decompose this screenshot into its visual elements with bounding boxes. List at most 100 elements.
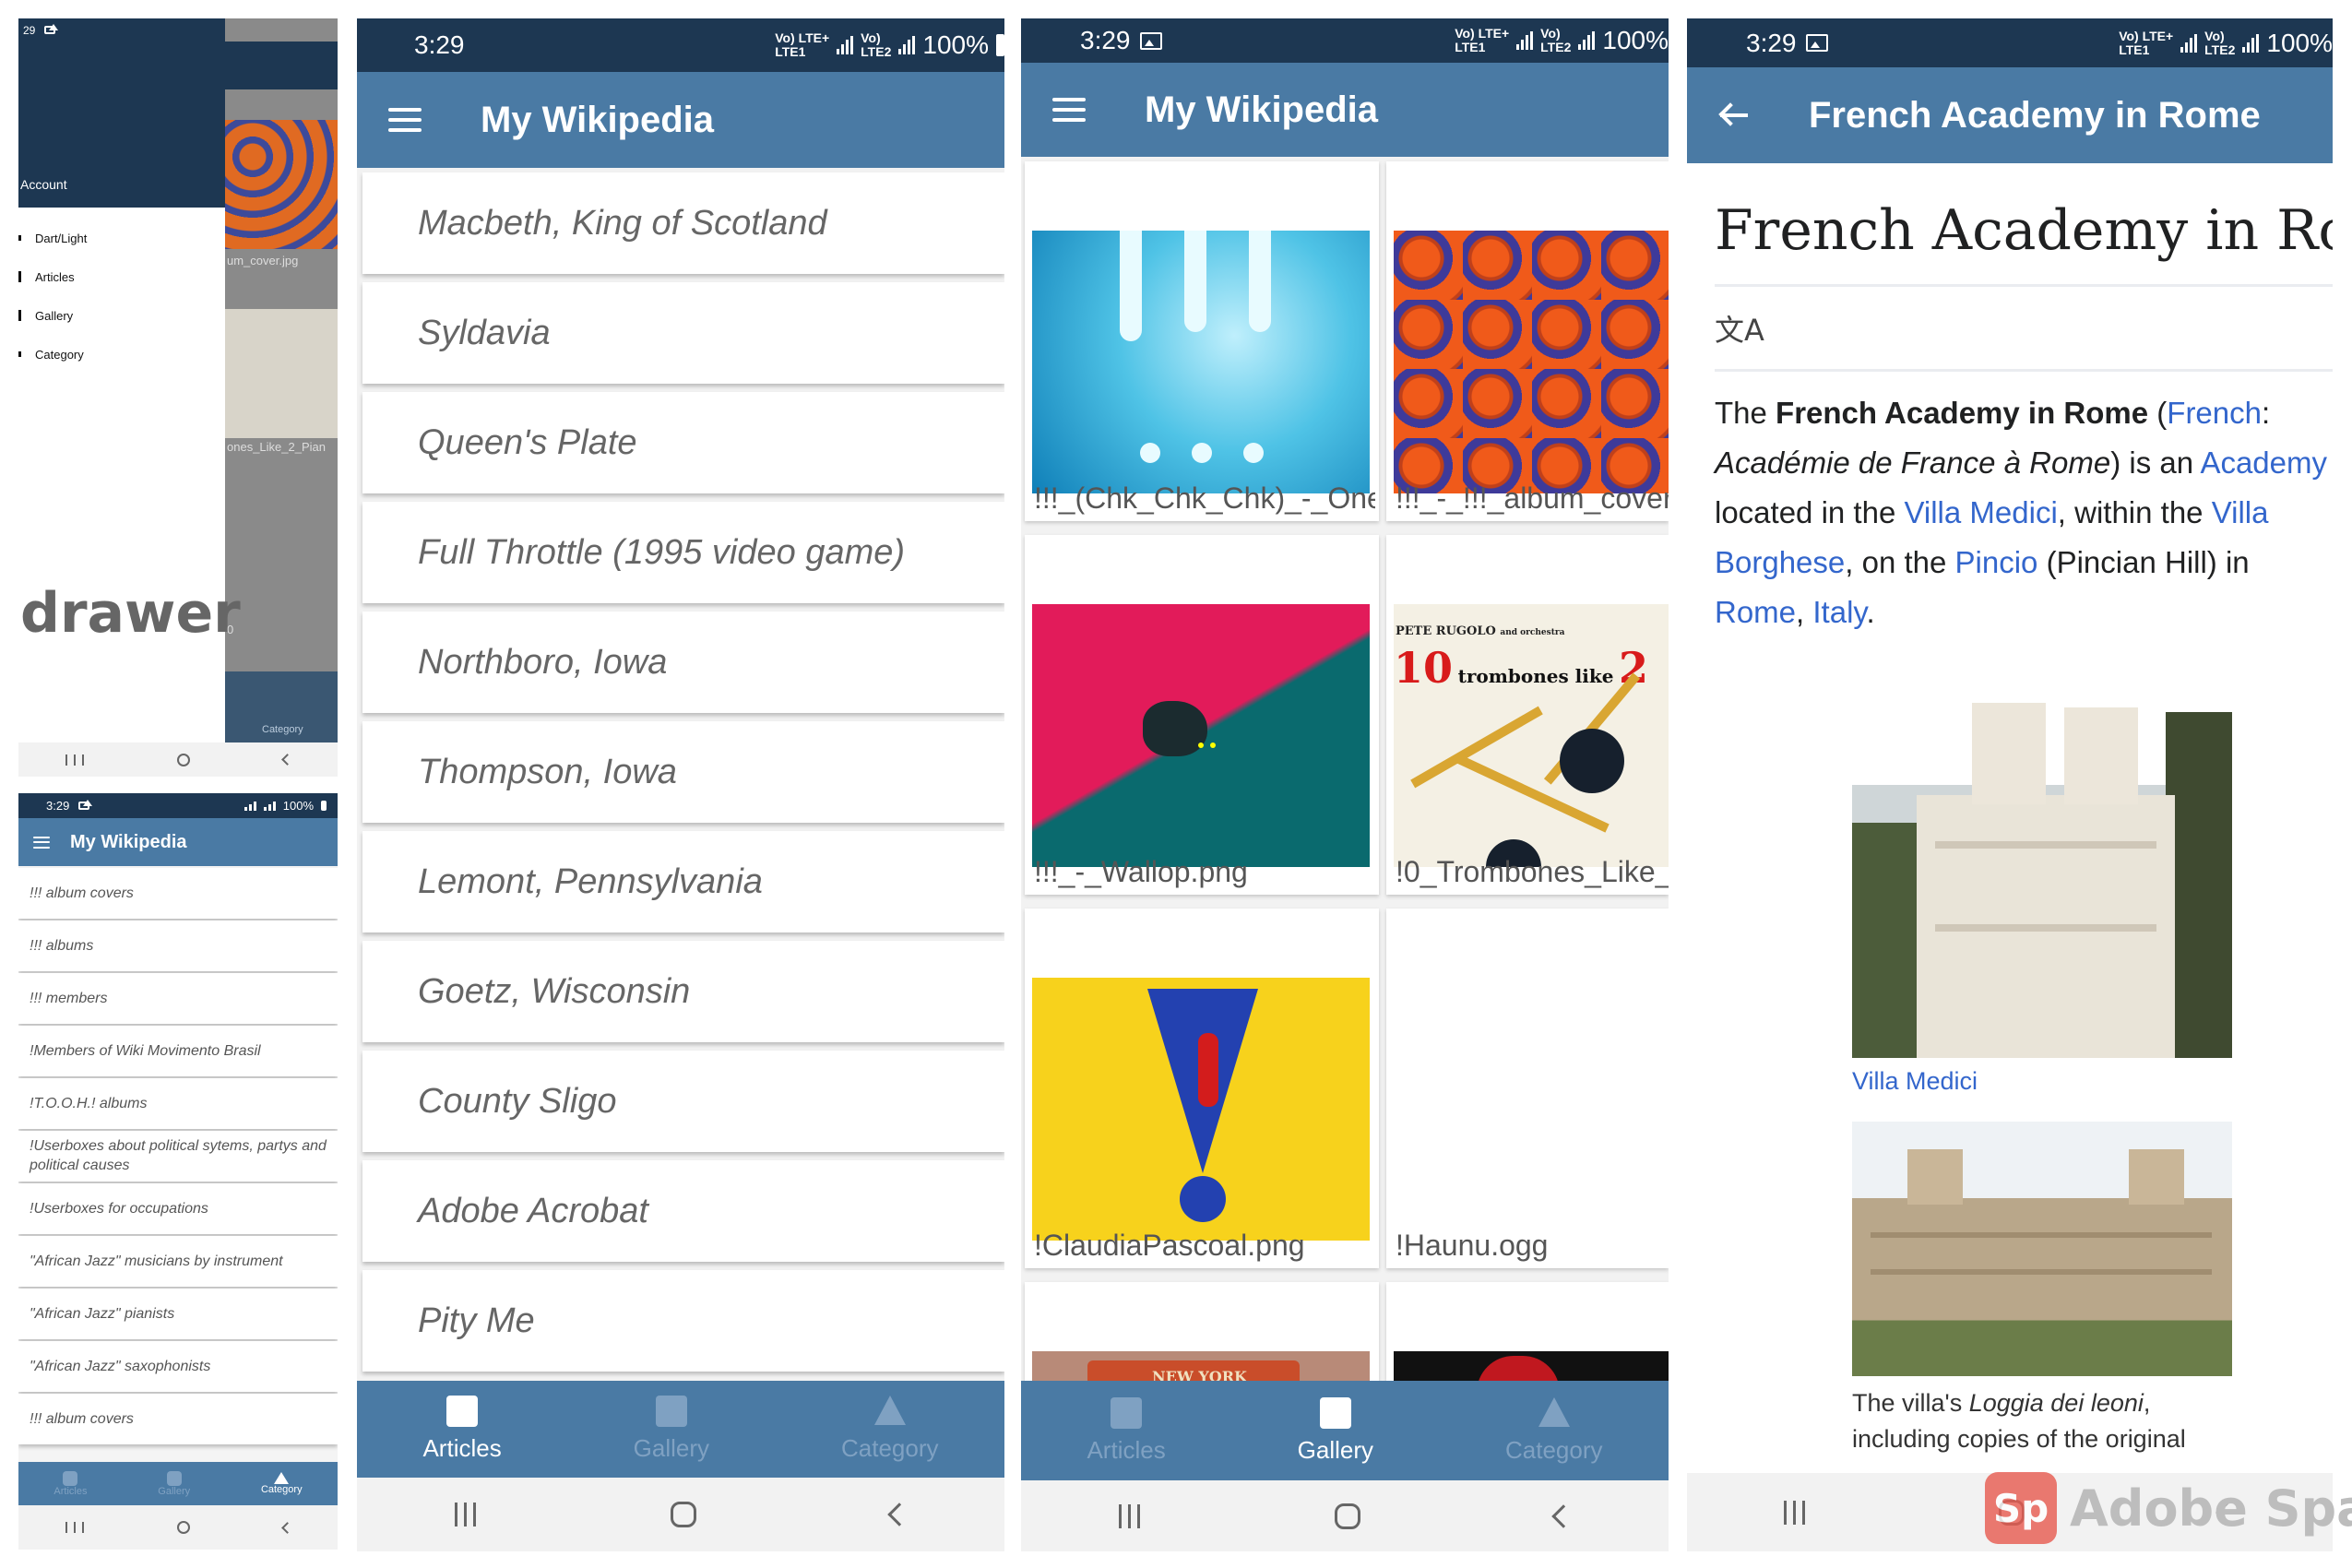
- status-bar: 3:29 Vo) LTE+ LTE1 Vo) LTE2 100%: [1021, 18, 1669, 63]
- behind-caption: um_cover.jpg: [227, 254, 299, 267]
- article-title: Queen's Plate: [418, 422, 637, 462]
- list-item[interactable]: !!! members: [18, 973, 338, 1024]
- category-label: !T.O.O.H.! albums: [30, 1095, 148, 1111]
- figure-caption[interactable]: Villa Medici: [1852, 1067, 1978, 1096]
- link-academy[interactable]: Academy: [2200, 445, 2327, 480]
- link-french[interactable]: French: [2167, 396, 2262, 430]
- text: , on the: [1845, 545, 1955, 579]
- menu-label: Articles: [35, 269, 75, 284]
- menu-item-gallery[interactable]: Gallery: [18, 296, 225, 335]
- article-title: Pity Me: [418, 1301, 535, 1340]
- gallery-tile[interactable]: [1386, 1282, 1669, 1384]
- home-icon[interactable]: [670, 1502, 696, 1527]
- menu-item-category[interactable]: Category: [18, 335, 225, 374]
- figure-loggia[interactable]: [1852, 1122, 2232, 1376]
- list-item[interactable]: "African Jazz" saxophonists: [18, 1341, 338, 1392]
- gallery-tile[interactable]: !!!_-_Wallop.png: [1025, 535, 1379, 895]
- article-detail-screen: 3:29 Vo) LTE+ LTE1 Vo) LTE2 100% French Acad…: [1687, 18, 2333, 1551]
- battery-percent: 100%: [1602, 26, 1669, 54]
- tab-category[interactable]: Category: [261, 1472, 303, 1495]
- back-icon[interactable]: [280, 754, 293, 766]
- tab-category[interactable]: Category: [841, 1396, 938, 1463]
- list-item[interactable]: Thompson, Iowa: [362, 721, 1004, 823]
- article-heading: French Academy in Rome: [1715, 198, 2333, 287]
- tab-label: Gallery: [1297, 1435, 1374, 1464]
- list-item[interactable]: Pity Me: [362, 1270, 1004, 1372]
- list-item[interactable]: Lemont, Pennsylvania: [362, 831, 1004, 932]
- list-item[interactable]: !!! albums: [18, 921, 338, 971]
- piano-disc: [1560, 729, 1624, 793]
- recent-apps-icon[interactable]: [1784, 1500, 1806, 1525]
- image-icon: [1319, 1396, 1351, 1429]
- link-pincio[interactable]: Pincio: [1955, 545, 2038, 579]
- tab-gallery[interactable]: Gallery: [634, 1396, 709, 1463]
- back-icon[interactable]: [280, 1521, 293, 1534]
- tab-gallery[interactable]: Gallery: [1297, 1396, 1374, 1465]
- recent-apps-icon[interactable]: [1118, 1503, 1140, 1528]
- list-item[interactable]: "African Jazz" pianists: [18, 1289, 338, 1339]
- gallery-tile[interactable]: !!!_(Chk_Chk_Chk)_-_One_G: [1025, 161, 1379, 521]
- list-item[interactable]: Queen's Plate: [362, 392, 1004, 493]
- list-item[interactable]: !Userboxes for occupations: [18, 1183, 338, 1234]
- villa-photo: [1852, 657, 2232, 1058]
- recent-apps-icon[interactable]: [65, 754, 84, 766]
- drawer-menu: Dart/Light Articles Gallery Category: [18, 208, 225, 374]
- gallery-tile[interactable]: !Haunu.ogg: [1386, 909, 1669, 1268]
- back-arrow-icon[interactable]: [1718, 101, 1750, 129]
- home-icon[interactable]: [1334, 1503, 1360, 1529]
- home-icon[interactable]: [176, 1521, 190, 1534]
- translate-icon[interactable]: 文A: [1715, 307, 1764, 350]
- image-notification-icon: [1805, 34, 1828, 52]
- tab-articles[interactable]: Articles: [422, 1396, 502, 1463]
- category-shapes-icon: [873, 1396, 906, 1425]
- list-item[interactable]: !!! album covers: [18, 1394, 338, 1444]
- app-title: My Wikipedia: [70, 831, 187, 852]
- menu-bullet-icon: [18, 235, 21, 241]
- menu-item-dark-light[interactable]: Dart/Light: [18, 219, 225, 257]
- tab-articles[interactable]: Articles: [1087, 1396, 1166, 1465]
- menu-icon[interactable]: [388, 108, 422, 132]
- gallery-tile[interactable]: NEW YORK: [1025, 1282, 1379, 1384]
- signal-icon: [837, 36, 854, 54]
- account-label[interactable]: Account: [20, 177, 67, 192]
- tab-category[interactable]: Category: [1505, 1396, 1602, 1465]
- gallery-tile[interactable]: !!!_-_!!!_album_cover.jpg: [1386, 161, 1669, 521]
- list-item[interactable]: Northboro, Iowa: [362, 612, 1004, 713]
- link-rome[interactable]: Rome: [1715, 595, 1796, 629]
- gallery-tile[interactable]: !ClaudiaPascoal.png: [1025, 909, 1379, 1268]
- drawer: 29 Account Dart/Light Articles Gallery C…: [18, 18, 241, 742]
- gallery-tile[interactable]: PETE RUGOLO and orchestra 10 trombones l…: [1386, 535, 1669, 895]
- list-item[interactable]: "African Jazz" musicians by instrument: [18, 1236, 338, 1287]
- back-icon[interactable]: [1550, 1503, 1575, 1528]
- category-label: !!! members: [30, 990, 108, 1006]
- list-item[interactable]: Macbeth, King of Scotland: [362, 172, 1004, 274]
- list-item[interactable]: Goetz, Wisconsin: [362, 941, 1004, 1042]
- menu-item-articles[interactable]: Articles: [18, 257, 225, 296]
- menu-icon[interactable]: [33, 836, 50, 849]
- network-type: Vo) LTE+ LTE1: [2119, 28, 2174, 57]
- category-label: "African Jazz" musicians by instrument: [30, 1253, 283, 1269]
- figure-villa-medici[interactable]: [1852, 657, 2232, 1058]
- tab-gallery[interactable]: Gallery: [158, 1470, 190, 1497]
- list-item[interactable]: !!! album covers: [18, 868, 338, 919]
- gallery-thumbnail: [1394, 231, 1669, 493]
- category-label: "African Jazz" pianists: [30, 1305, 175, 1322]
- link-villa-medici[interactable]: Villa Medici: [1904, 495, 2057, 529]
- list-item[interactable]: !T.O.O.H.! albums: [18, 1078, 338, 1129]
- list-item[interactable]: Syldavia: [362, 282, 1004, 384]
- list-item[interactable]: County Sligo: [362, 1051, 1004, 1152]
- recent-apps-icon[interactable]: [65, 1522, 84, 1533]
- list-item[interactable]: !Userboxes about political sytems, party…: [18, 1131, 338, 1182]
- menu-icon[interactable]: [1052, 98, 1086, 122]
- list-item[interactable]: Adobe Acrobat: [362, 1160, 1004, 1262]
- back-icon[interactable]: [886, 1503, 911, 1526]
- home-icon[interactable]: [176, 753, 190, 766]
- watermark-text: Adobe Spark: [2070, 1479, 2352, 1538]
- text: located in the: [1715, 495, 1905, 529]
- tab-articles[interactable]: Articles: [53, 1470, 87, 1497]
- behind-content: um_cover.jpg ones_Like_2_Pian 0 Category: [225, 18, 338, 742]
- recent-apps-icon[interactable]: [454, 1503, 476, 1526]
- list-item[interactable]: Full Throttle (1995 video game): [362, 502, 1004, 603]
- link-italy[interactable]: Italy: [1812, 595, 1866, 629]
- list-item[interactable]: !Members of Wiki Movimento Brasil: [18, 1026, 338, 1076]
